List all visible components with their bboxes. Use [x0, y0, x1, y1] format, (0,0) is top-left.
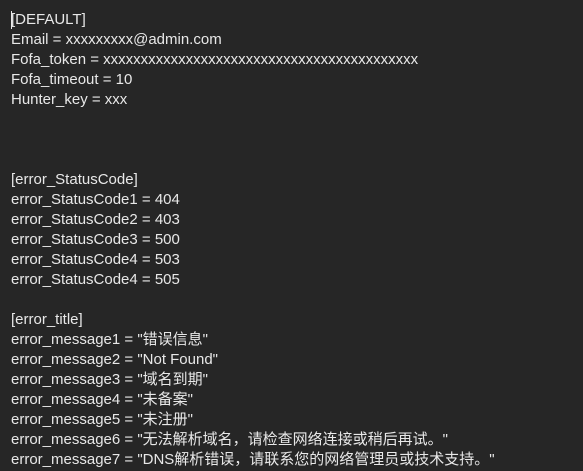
editor-line: error_message7 = "DNS解析错误，请联系您的网络管理员或技术支… — [11, 451, 495, 468]
editor-line: error_StatusCode1 = 404 — [11, 191, 180, 208]
editor-line: [error_title] — [11, 311, 83, 328]
text-cursor — [11, 11, 12, 29]
editor-line: error_message1 = "错误信息" — [11, 331, 208, 348]
editor-line: [DEFAULT] — [11, 11, 86, 28]
editor-line: error_StatusCode3 = 500 — [11, 231, 180, 248]
editor-line: [error_StatusCode] — [11, 171, 138, 188]
editor-line: error_message5 = "未注册" — [11, 411, 193, 428]
editor-line: Fofa_timeout = 10 — [11, 71, 133, 88]
editor-line: error_message6 = "无法解析域名，请检查网络连接或稍后再试。" — [11, 431, 448, 448]
editor-line: error_StatusCode4 = 503 — [11, 251, 180, 268]
editor-line: error_message2 = "Not Found" — [11, 351, 219, 368]
editor-line: error_message4 = "未备案" — [11, 391, 193, 408]
editor-line: Fofa_token = xxxxxxxxxxxxxxxxxxxxxxxxxxx… — [11, 51, 419, 68]
editor-line: Email = xxxxxxxxx@admin.com — [11, 31, 222, 48]
editor-line: error_message3 = "域名到期" — [11, 371, 208, 388]
editor-line: Hunter_key = xxx — [11, 91, 128, 108]
editor-line: error_StatusCode4 = 505 — [11, 271, 180, 288]
text-editor[interactable]: [DEFAULT] Email = xxxxxxxxx@admin.com Fo… — [0, 0, 583, 471]
editor-line: error_StatusCode2 = 403 — [11, 211, 180, 228]
